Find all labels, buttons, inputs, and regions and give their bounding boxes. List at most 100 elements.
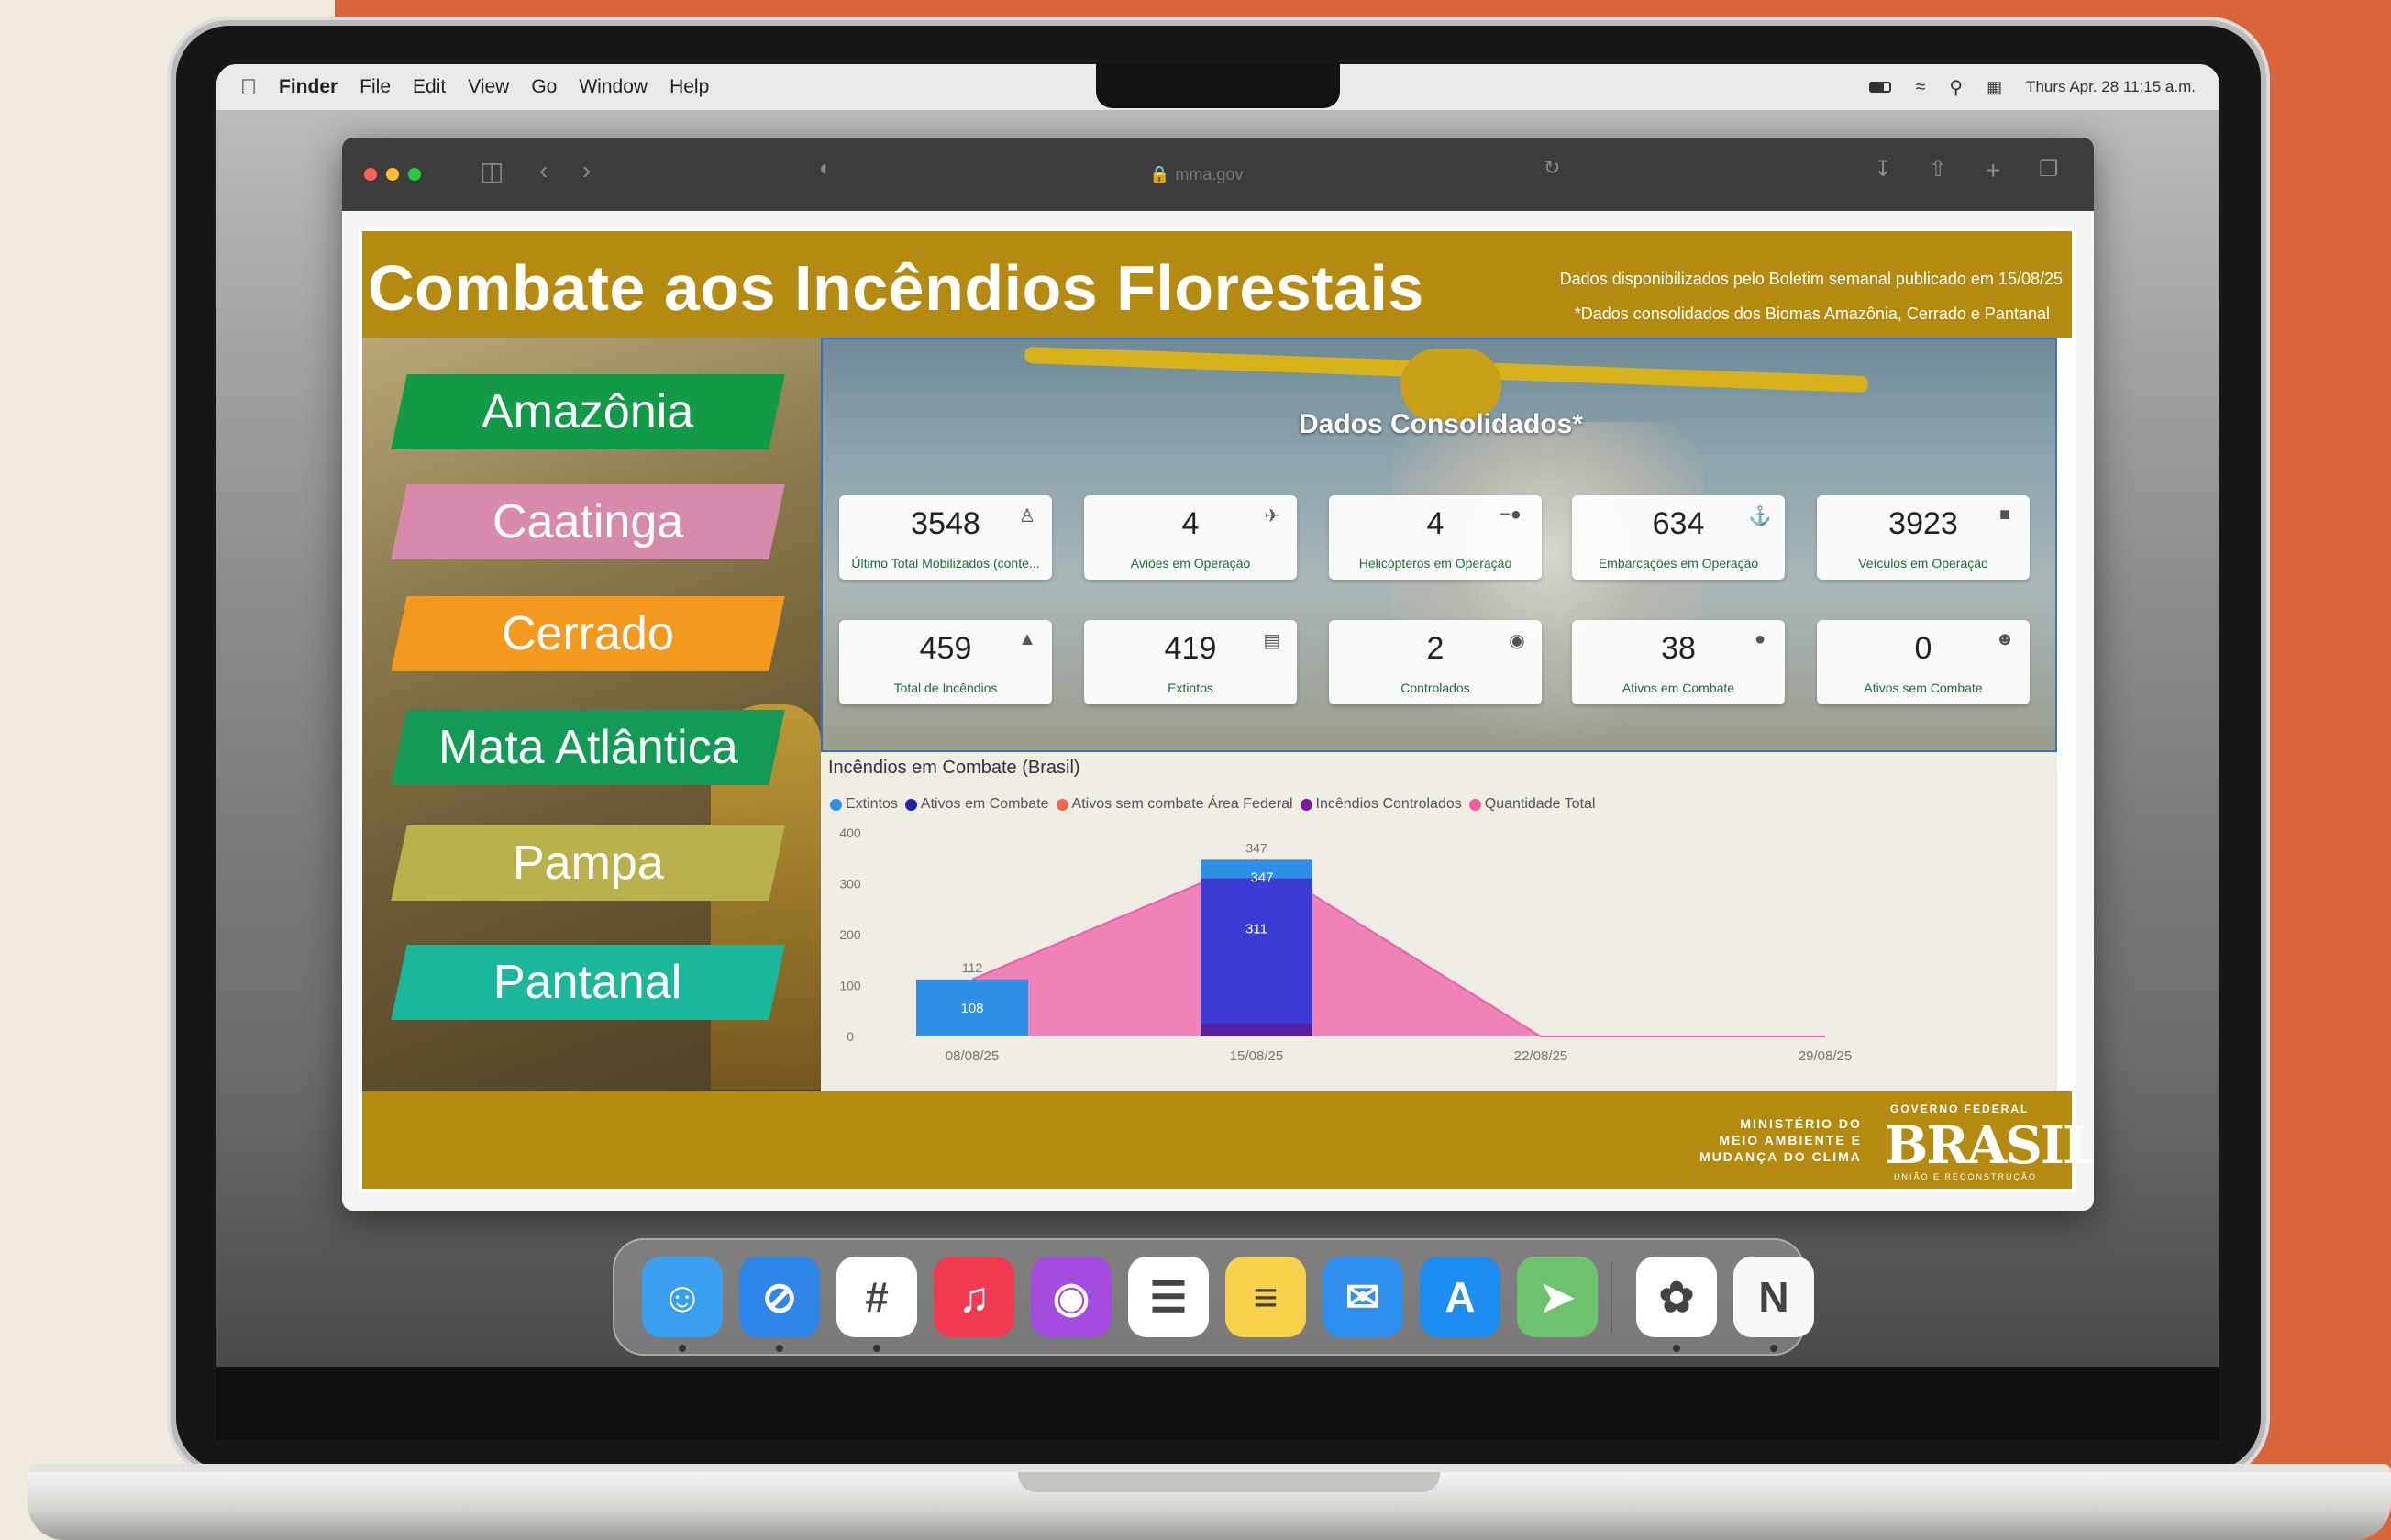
biome-pampa-button[interactable]: Pampa xyxy=(391,825,785,901)
dock-photos-icon[interactable]: ✿ xyxy=(1636,1257,1717,1337)
gov-brasil-logo: BRASIL xyxy=(1885,1115,2094,1176)
control-center-icon[interactable]: ▦ xyxy=(1987,78,2002,97)
wifi-icon[interactable]: ≈ xyxy=(1915,77,1925,98)
battery-icon[interactable] xyxy=(1869,82,1892,93)
menu-window[interactable]: Window xyxy=(579,76,648,98)
biome-caatinga-button[interactable]: Caatinga xyxy=(391,484,785,559)
dock-reminders-icon[interactable]: ☰ xyxy=(1128,1257,1209,1337)
controlled-icon: ◉ xyxy=(1509,631,1525,651)
chart-title: Incêndios em Combate (Brasil) xyxy=(828,758,1080,778)
gov-sub-text: UNIÃO E RECONSTRUÇÃO xyxy=(1894,1172,2038,1181)
sidebar-icon[interactable]: ◫ xyxy=(480,156,504,186)
x-tick-label: 29/08/25 xyxy=(1799,1048,1852,1064)
bar-label-extintos: 311 xyxy=(1245,921,1267,936)
card-label: Veículos em Operação xyxy=(1858,556,1988,571)
legend-item-ativos-combate[interactable]: Ativos em Combate xyxy=(904,796,1049,813)
bar-label-extintos: 108 xyxy=(960,1001,983,1016)
bar-controlados xyxy=(1201,1024,1312,1036)
card-total-mobilized[interactable]: 3548 Último Total Mobilizados (conte... … xyxy=(839,495,1052,580)
card-active-no-combat[interactable]: 0 Ativos sem Combate ☻ xyxy=(1817,620,2030,704)
biome-pantanal-button[interactable]: Pantanal xyxy=(391,945,785,1020)
zoom-button[interactable] xyxy=(408,168,421,181)
biome-amazonia-button[interactable]: Amazônia xyxy=(391,374,785,449)
dock-music-icon[interactable]: ♫ xyxy=(934,1257,1014,1337)
menu-finder[interactable]: Finder xyxy=(279,76,338,98)
share-icon[interactable]: ⇧ xyxy=(1929,156,1947,183)
legend-label: Ativos sem combate Área Federal xyxy=(1071,796,1293,812)
legend-item-controlados[interactable]: Incêndios Controlados xyxy=(1300,796,1462,813)
card-extinguished[interactable]: 419 Extintos ▤ xyxy=(1084,620,1297,704)
menu-file[interactable]: File xyxy=(360,76,391,98)
search-icon[interactable]: ⚲ xyxy=(1949,76,1963,99)
dock-running-indicator xyxy=(873,1345,880,1352)
y-tick-label: 400 xyxy=(839,825,861,840)
menu-edit[interactable]: Edit xyxy=(413,76,446,98)
reload-icon[interactable]: ↻ xyxy=(1544,156,1560,180)
dock-app-store-icon[interactable]: A xyxy=(1420,1257,1500,1337)
dock-finder-icon[interactable]: ☺ xyxy=(642,1257,723,1337)
chart-legend: Extintos Ativos em Combate Ativos sem co… xyxy=(830,796,1595,813)
x-tick-label: 08/08/25 xyxy=(946,1048,999,1064)
download-icon[interactable]: ↧ xyxy=(1874,156,1892,183)
legend-item-extintos[interactable]: Extintos xyxy=(830,796,898,813)
legend-label: Extintos xyxy=(846,796,898,812)
card-boats[interactable]: 634 Embarcações em Operação ⚓ xyxy=(1572,495,1785,580)
dock-running-indicator xyxy=(1673,1345,1680,1352)
card-label: Ativos em Combate xyxy=(1622,681,1735,695)
card-vehicles[interactable]: 3923 Veículos em Operação ■ xyxy=(1817,495,2030,580)
dock-slack-icon[interactable]: # xyxy=(836,1257,917,1337)
menu-view[interactable]: View xyxy=(468,76,509,98)
dock-news-icon[interactable]: N xyxy=(1733,1257,1814,1337)
dock-mail-icon[interactable]: ✉ xyxy=(1323,1257,1403,1337)
legend-item-ativos-sem-combate[interactable]: Ativos sem combate Área Federal xyxy=(1056,796,1293,813)
dock-notes-icon[interactable]: ≡ xyxy=(1225,1257,1306,1337)
extinguished-icon: ▤ xyxy=(1263,631,1281,651)
biome-label: Cerrado xyxy=(502,607,674,660)
browser-toolbar: ◫ ‹ › ◐ 🔒 mma.gov ↻ ↧ ⇧ + ❐ xyxy=(342,138,2094,211)
card-label: Embarcações em Operação xyxy=(1598,556,1759,571)
tabs-overview-icon[interactable]: ❐ xyxy=(2039,156,2059,183)
close-button[interactable] xyxy=(364,168,377,181)
data-panel: Dados Consolidados* 3548 Último Total Mo… xyxy=(821,338,2057,1091)
status-area: ≈ ⚲ ▦ Thurs Apr. 28 11:15 a.m. xyxy=(1869,64,2196,110)
x-tick-label: 22/08/25 xyxy=(1514,1048,1567,1064)
menu-go[interactable]: Go xyxy=(531,76,557,98)
legend-label: Ativos em Combate xyxy=(920,796,1049,812)
biome-label: Mata Atlântica xyxy=(437,721,738,774)
y-tick-label: 200 xyxy=(839,927,861,942)
dock-maps-icon[interactable]: ➤ xyxy=(1517,1257,1598,1337)
back-icon[interactable]: ‹ xyxy=(539,156,548,185)
biome-label: Pantanal xyxy=(493,956,682,1009)
dock-safari-icon[interactable]: ⊘ xyxy=(739,1257,820,1337)
legend-label: Quantidade Total xyxy=(1484,796,1596,812)
minimize-button[interactable] xyxy=(386,168,399,181)
browser-window: ◫ ‹ › ◐ 🔒 mma.gov ↻ ↧ ⇧ + ❐ Combate aos … xyxy=(342,138,2094,1211)
card-label: Extintos xyxy=(1168,681,1213,695)
privacy-icon[interactable]: ◐ xyxy=(819,156,833,182)
forward-icon[interactable]: › xyxy=(582,156,591,185)
biome-cerrado-button[interactable]: Cerrado xyxy=(391,596,785,671)
card-label: Ativos sem Combate xyxy=(1864,681,1983,695)
card-helicopters[interactable]: 4 Helicópteros em Operação −● xyxy=(1329,495,1542,580)
card-active-combat[interactable]: 38 Ativos em Combate ● xyxy=(1572,620,1785,704)
bulletin-note: Dados disponibilizados pelo Boletim sema… xyxy=(1559,270,2063,288)
legend-label: Incêndios Controlados xyxy=(1315,796,1462,812)
people-icon: ♙ xyxy=(1019,506,1035,526)
legend-item-total[interactable]: Quantidade Total xyxy=(1468,796,1596,813)
bar-ativos-combate xyxy=(916,979,1028,982)
card-controlled[interactable]: 2 Controlados ◉ xyxy=(1329,620,1542,704)
clock[interactable]: Thurs Apr. 28 11:15 a.m. xyxy=(2026,78,2196,96)
dashboard-header: Combate aos Incêndios Florestais Dados d… xyxy=(362,231,2072,338)
dock-podcasts-icon[interactable]: ◉ xyxy=(1031,1257,1112,1337)
address-bar[interactable]: 🔒 mma.gov xyxy=(1149,158,1287,191)
card-planes[interactable]: 4 Aviões em Operação ✈ xyxy=(1084,495,1297,580)
dock-running-indicator xyxy=(679,1345,686,1352)
card-label: Aviões em Operação xyxy=(1130,556,1251,571)
new-tab-icon[interactable]: + xyxy=(1986,156,2000,185)
biome-mata-atlantica-button[interactable]: Mata Atlântica xyxy=(391,710,785,785)
fire-icon: ▲ xyxy=(1018,629,1036,649)
menu-help[interactable]: Help xyxy=(670,76,709,98)
screen-chin xyxy=(216,1367,2219,1440)
apple-menu-icon[interactable]:  xyxy=(240,75,260,100)
card-total-fires[interactable]: 459 Total de Incêndios ▲ xyxy=(839,620,1052,704)
